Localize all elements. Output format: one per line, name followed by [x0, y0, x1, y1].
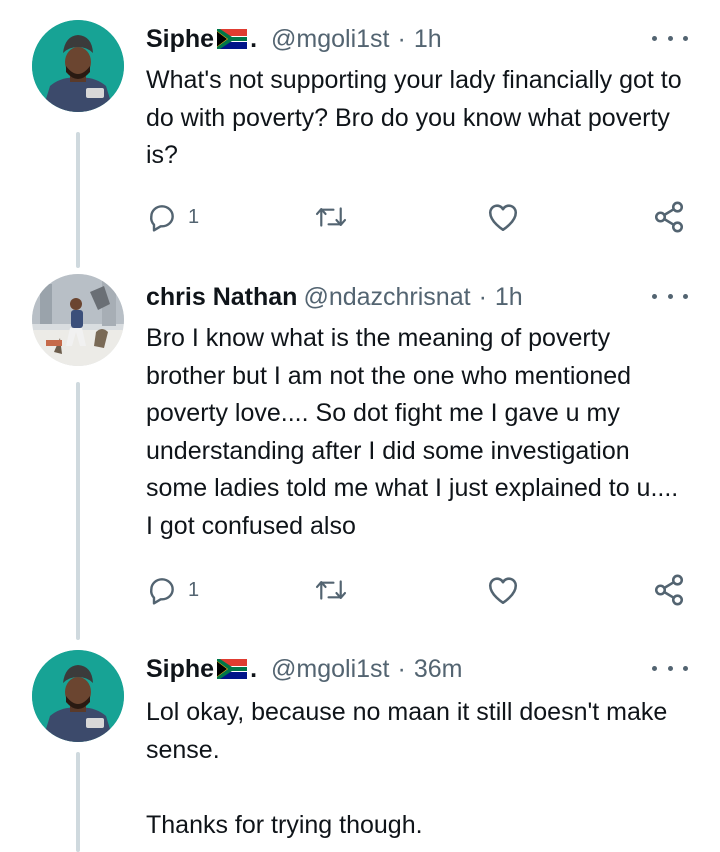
- user-handle[interactable]: @ndazchrisnat: [303, 283, 470, 312]
- like-button[interactable]: [486, 197, 520, 237]
- avatar[interactable]: [32, 650, 124, 742]
- display-name[interactable]: Siphe: [146, 25, 214, 54]
- reply-button[interactable]: 1: [146, 197, 199, 237]
- conversation-thread: Siphe . @mgoli1st · 1h What's not suppor: [0, 0, 720, 852]
- tweet-header: chris Nathan @ndazchrisnat · 1h: [146, 280, 523, 314]
- tweet-text: Lol okay, because no maan it still doesn…: [146, 698, 668, 839]
- more-options-icon[interactable]: [652, 28, 688, 48]
- name-suffix: .: [250, 24, 258, 53]
- display-name[interactable]: Siphe: [146, 655, 214, 684]
- retweet-icon: [314, 202, 348, 232]
- tweet-text: What's not supporting your lady financia…: [146, 66, 689, 169]
- tweet-text: Bro I know what is the meaning of povert…: [146, 324, 686, 540]
- avatar[interactable]: [32, 274, 124, 366]
- south-africa-flag-icon: [217, 29, 248, 49]
- share-button[interactable]: [652, 570, 686, 610]
- separator: ·: [478, 282, 487, 311]
- timestamp[interactable]: 36m: [414, 655, 463, 684]
- tweet[interactable]: chris Nathan @ndazchrisnat · 1h Bro I kn…: [0, 260, 720, 640]
- user-handle[interactable]: @mgoli1st: [271, 655, 389, 684]
- avatar[interactable]: [32, 20, 124, 112]
- tweet-actions: 1: [146, 570, 691, 610]
- retweet-button[interactable]: [314, 197, 348, 237]
- like-button[interactable]: [486, 570, 520, 610]
- separator: ·: [397, 654, 406, 683]
- reply-count: 1: [188, 205, 200, 228]
- separator: ·: [397, 24, 406, 53]
- tweet[interactable]: Siphe . @mgoli1st · 1h What's not suppor: [0, 0, 720, 260]
- like-icon: [486, 574, 520, 606]
- display-name[interactable]: chris Nathan: [146, 283, 297, 312]
- share-button[interactable]: [652, 197, 686, 237]
- reply-count: 1: [188, 578, 200, 601]
- tweet-header: Siphe . @mgoli1st · 1h: [146, 22, 442, 56]
- share-icon: [652, 573, 686, 607]
- retweet-button[interactable]: [314, 570, 348, 610]
- tweet-header: Siphe . @mgoli1st · 36m: [146, 652, 462, 686]
- more-options-icon[interactable]: [652, 286, 688, 306]
- tweet[interactable]: Siphe . @mgoli1st · 36m Lol okay, becaus…: [0, 640, 720, 846]
- more-options-icon[interactable]: [652, 658, 688, 678]
- timestamp[interactable]: 1h: [495, 283, 523, 312]
- reply-button[interactable]: 1: [146, 570, 199, 610]
- share-icon: [652, 200, 686, 234]
- name-suffix: .: [250, 654, 258, 683]
- like-icon: [486, 201, 520, 233]
- tweet-actions: 1: [146, 197, 691, 237]
- reply-icon: [146, 201, 178, 233]
- user-handle[interactable]: @mgoli1st: [271, 25, 389, 54]
- timestamp[interactable]: 1h: [414, 25, 442, 54]
- retweet-icon: [314, 575, 348, 605]
- reply-icon: [146, 574, 178, 606]
- south-africa-flag-icon: [217, 659, 248, 679]
